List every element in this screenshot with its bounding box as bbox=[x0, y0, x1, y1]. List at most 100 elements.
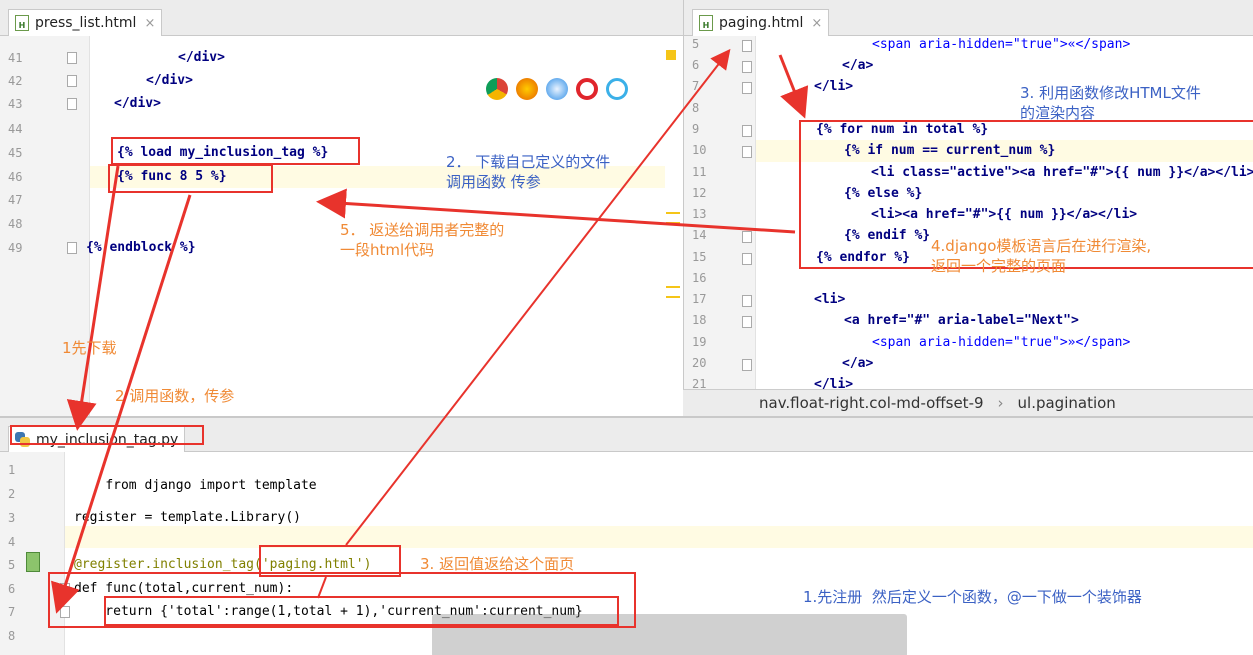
line-number: 6 bbox=[8, 582, 16, 596]
highlight-func-call bbox=[108, 164, 273, 193]
fold-marker-icon[interactable] bbox=[742, 125, 752, 137]
scroll-marker bbox=[666, 296, 680, 298]
html-file-icon: H bbox=[699, 15, 713, 31]
line-number: 7 bbox=[8, 605, 16, 619]
code-text: from django import template bbox=[105, 478, 317, 493]
code-line[interactable]: <li> bbox=[814, 292, 845, 308]
line-number: 6 bbox=[692, 58, 700, 72]
right-tab-bar: H paging.html × bbox=[684, 0, 1253, 36]
code-line[interactable]: </li> bbox=[814, 79, 853, 95]
line-number: 7 bbox=[692, 79, 700, 93]
code-line[interactable]: <span aria-hidden="true">«</span> bbox=[872, 37, 1130, 53]
line-number: 8 bbox=[8, 629, 16, 643]
note-step3-modify: 3. 利用函数修改HTML文件 的渲染内容 bbox=[1020, 84, 1201, 122]
scroll-marker bbox=[666, 212, 680, 214]
fold-marker-icon[interactable] bbox=[67, 52, 77, 64]
note-step1-download: 1先下载 bbox=[62, 339, 117, 357]
line-number: 5 bbox=[692, 37, 700, 51]
left-tab-bar: H press_list.html × bbox=[0, 0, 683, 36]
line-number: 4 bbox=[8, 535, 16, 549]
opera-icon[interactable] bbox=[576, 78, 598, 100]
line-number: 44 bbox=[8, 122, 23, 136]
tab-press-list[interactable]: H press_list.html × bbox=[8, 9, 163, 36]
scroll-marker bbox=[666, 286, 680, 288]
code-line[interactable]: </div> bbox=[114, 96, 161, 112]
highlight-load-tag bbox=[111, 137, 360, 165]
breadcrumb: nav.float-right.col-md-offset-9 › ul.pag… bbox=[683, 389, 1253, 416]
fold-marker-icon[interactable] bbox=[742, 61, 752, 73]
line-number: 13 bbox=[692, 207, 707, 221]
note-step2-call: 2 调用函数，传参 bbox=[115, 387, 235, 405]
fold-marker-icon[interactable] bbox=[742, 82, 752, 94]
breadcrumb-separator: › bbox=[997, 394, 1004, 412]
line-number: 1 bbox=[8, 463, 16, 477]
line-number: 10 bbox=[692, 143, 707, 157]
line-number: 17 bbox=[692, 292, 707, 306]
line-number: 42 bbox=[8, 74, 23, 88]
code-line[interactable]: </div> bbox=[178, 50, 225, 66]
code-line-endblock[interactable]: {% endblock %} bbox=[86, 240, 196, 256]
breadcrumb-item[interactable]: nav.float-right.col-md-offset-9 bbox=[759, 394, 984, 412]
firefox-icon[interactable] bbox=[516, 78, 538, 100]
run-gutter-icon[interactable] bbox=[26, 552, 40, 572]
tab-label: press_list.html bbox=[35, 15, 137, 31]
highlight-return bbox=[104, 596, 619, 626]
line-number: 43 bbox=[8, 97, 23, 111]
fold-marker-icon[interactable] bbox=[742, 231, 752, 243]
fold-marker-icon[interactable] bbox=[742, 146, 752, 158]
line-number: 15 bbox=[692, 250, 707, 264]
code-line[interactable]: </a> bbox=[842, 356, 873, 372]
code-line-import[interactable]: from django import template bbox=[74, 462, 317, 510]
line-number: 46 bbox=[8, 170, 23, 184]
line-number: 45 bbox=[8, 146, 23, 160]
line-number: 20 bbox=[692, 356, 707, 370]
line-number: 9 bbox=[692, 122, 700, 136]
fold-marker-icon[interactable] bbox=[67, 98, 77, 110]
note-step3-return: 3. 返回值返给这个面页 bbox=[420, 555, 575, 573]
safari-icon[interactable] bbox=[546, 78, 568, 100]
breadcrumb-item[interactable]: ul.pagination bbox=[1018, 394, 1116, 412]
fold-marker-icon[interactable] bbox=[742, 316, 752, 328]
line-number: 3 bbox=[8, 511, 16, 525]
line-number: 2 bbox=[8, 487, 16, 501]
fold-marker-icon[interactable] bbox=[67, 75, 77, 87]
code-line[interactable]: <a href="#" aria-label="Next"> bbox=[844, 313, 1079, 329]
line-number: 16 bbox=[692, 271, 707, 285]
fold-marker-icon[interactable] bbox=[742, 253, 752, 265]
code-line[interactable]: </li> bbox=[814, 377, 853, 389]
code-line[interactable]: </div> bbox=[146, 73, 193, 89]
line-number: 14 bbox=[692, 228, 707, 242]
line-number: 11 bbox=[692, 165, 707, 179]
html-file-icon: H bbox=[15, 15, 29, 31]
ie-icon[interactable] bbox=[606, 78, 628, 100]
line-number: 48 bbox=[8, 217, 23, 231]
fold-marker-icon[interactable] bbox=[742, 40, 752, 52]
code-line[interactable]: </a> bbox=[842, 58, 873, 74]
tab-paging[interactable]: H paging.html × bbox=[692, 9, 830, 36]
fold-marker-icon[interactable] bbox=[742, 295, 752, 307]
line-number: 19 bbox=[692, 335, 707, 349]
line-number: 41 bbox=[8, 51, 23, 65]
line-number: 47 bbox=[8, 193, 23, 207]
line-number: 21 bbox=[692, 377, 707, 389]
note-step5-return: 5． 返送给调用者完整的 一段html代码 bbox=[340, 221, 505, 259]
fold-marker-icon[interactable] bbox=[742, 359, 752, 371]
fold-marker-icon[interactable] bbox=[67, 242, 77, 254]
line-number: 8 bbox=[692, 101, 700, 115]
line-number: 12 bbox=[692, 186, 707, 200]
chrome-icon[interactable] bbox=[486, 78, 508, 100]
scroll-marker bbox=[666, 222, 680, 224]
line-number: 18 bbox=[692, 313, 707, 327]
note-step2-download: 2． 下载自己定义的文件 调用函数 传参 bbox=[446, 153, 611, 191]
line-number: 49 bbox=[8, 241, 23, 255]
close-icon[interactable]: × bbox=[811, 16, 822, 31]
tab-label: paging.html bbox=[719, 15, 804, 31]
note-step1-register: 1.先注册 然后定义一个函数，@一下做一个装饰器 bbox=[803, 588, 1142, 606]
code-line[interactable]: <span aria-hidden="true">»</span> bbox=[872, 335, 1130, 351]
note-step4-render: 4.django模板语言后在进行渲染, 返回一个完整的页面 bbox=[931, 237, 1152, 275]
close-icon[interactable]: × bbox=[144, 16, 155, 31]
highlight-tab-py bbox=[10, 425, 204, 445]
code-line-register[interactable]: register = template.Library() bbox=[74, 510, 301, 526]
current-line-highlight bbox=[65, 526, 1253, 548]
scroll-marker bbox=[666, 50, 676, 60]
